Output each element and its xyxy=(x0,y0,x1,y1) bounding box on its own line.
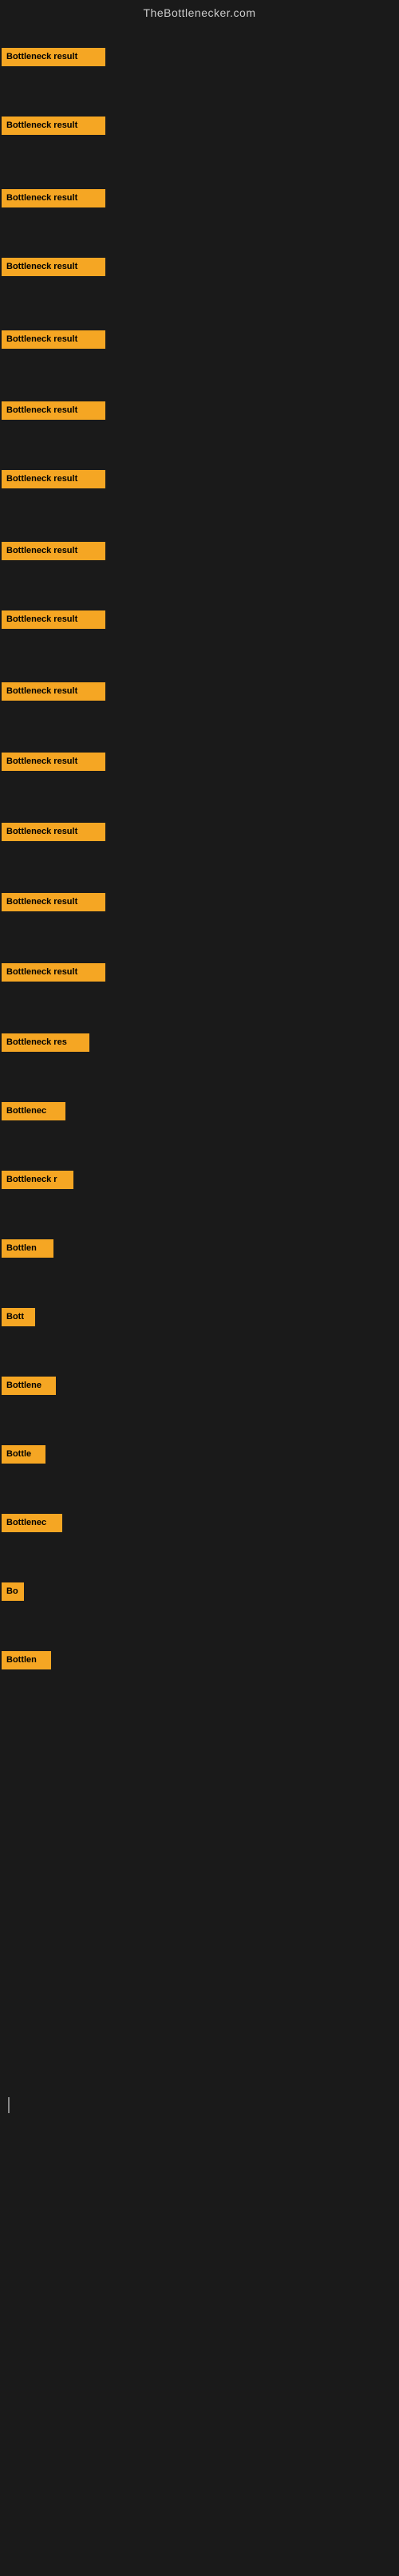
bottleneck-bar[interactable]: Bott xyxy=(2,1308,35,1326)
bottleneck-bar[interactable]: Bottleneck result xyxy=(2,258,105,276)
bottleneck-row: Bottle xyxy=(0,1441,47,1472)
bottleneck-row: Bottleneck r xyxy=(0,1167,75,1197)
site-title: TheBottlenecker.com xyxy=(0,0,399,22)
bottleneck-row: Bo xyxy=(0,1578,26,1609)
bottleneck-bar[interactable]: Bottleneck result xyxy=(2,542,105,560)
bottleneck-row: Bottlenec xyxy=(0,1098,67,1128)
bottleneck-row: Bottleneck result xyxy=(0,44,107,74)
bottleneck-bar[interactable]: Bottleneck result xyxy=(2,893,105,911)
bottleneck-bar[interactable]: Bottlenec xyxy=(2,1102,65,1120)
bottleneck-bar[interactable]: Bottleneck result xyxy=(2,753,105,771)
bottleneck-row: Bottleneck result xyxy=(0,889,107,919)
bottleneck-row: Bottleneck result xyxy=(0,185,107,215)
bottleneck-bar[interactable]: Bottleneck result xyxy=(2,470,105,488)
bottleneck-bar[interactable]: Bottleneck result xyxy=(2,117,105,135)
bottleneck-row: Bottleneck result xyxy=(0,606,107,637)
bottleneck-bar[interactable]: Bo xyxy=(2,1582,24,1601)
bottom-section xyxy=(0,1938,399,2576)
bottleneck-bar[interactable]: Bottleneck result xyxy=(2,682,105,701)
bottleneck-row: Bottlen xyxy=(0,1235,55,1266)
bottleneck-row: Bottlenec xyxy=(0,1510,64,1540)
bottleneck-bar[interactable]: Bottlenec xyxy=(2,1514,62,1532)
bottleneck-bar[interactable]: Bottleneck result xyxy=(2,610,105,629)
bottleneck-row: Bottlene xyxy=(0,1373,57,1403)
bottleneck-row: Bottleneck result xyxy=(0,113,107,143)
bottleneck-row: Bottleneck result xyxy=(0,678,107,709)
bottleneck-bar[interactable]: Bottleneck result xyxy=(2,189,105,207)
bottleneck-bar[interactable]: Bottleneck result xyxy=(2,963,105,982)
bottleneck-row: Bottleneck result xyxy=(0,466,107,496)
bottleneck-row: Bottleneck result xyxy=(0,819,107,849)
bottleneck-bar[interactable]: Bottleneck r xyxy=(2,1171,73,1189)
bottleneck-row: Bottleneck result xyxy=(0,959,107,990)
bottleneck-bar[interactable]: Bottlen xyxy=(2,1651,51,1669)
bottleneck-bar[interactable]: Bottlene xyxy=(2,1377,56,1395)
bottleneck-bar[interactable]: Bottleneck result xyxy=(2,823,105,841)
cursor-line xyxy=(8,2097,10,2113)
bottleneck-row: Bottleneck result xyxy=(0,254,107,284)
bottleneck-row: Bottleneck result xyxy=(0,326,107,357)
bottleneck-row: Bott xyxy=(0,1304,37,1334)
bottleneck-row: Bottleneck result xyxy=(0,538,107,568)
bottleneck-bar[interactable]: Bottlen xyxy=(2,1239,53,1258)
bottleneck-row: Bottleneck result xyxy=(0,397,107,428)
bottleneck-bar[interactable]: Bottle xyxy=(2,1445,45,1464)
bottleneck-bar[interactable]: Bottleneck result xyxy=(2,401,105,420)
bottleneck-bar[interactable]: Bottleneck res xyxy=(2,1033,89,1052)
bottleneck-bar[interactable]: Bottleneck result xyxy=(2,330,105,349)
bottleneck-row: Bottleneck res xyxy=(0,1029,91,1060)
bottleneck-row: Bottlen xyxy=(0,1647,53,1677)
bottleneck-bar[interactable]: Bottleneck result xyxy=(2,48,105,66)
bottleneck-row: Bottleneck result xyxy=(0,749,107,779)
